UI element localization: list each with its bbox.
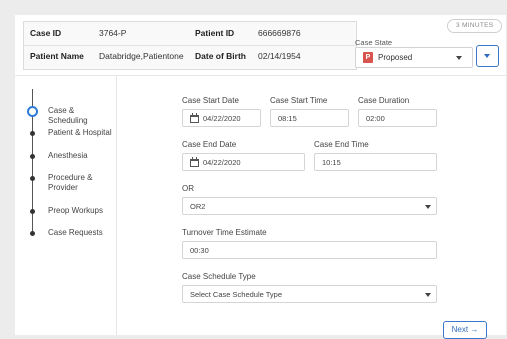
case-id-value: 3764-P <box>99 28 127 38</box>
step-label: Case & Scheduling <box>48 106 88 125</box>
step-dot-icon <box>30 131 35 136</box>
chevron-down-icon <box>425 293 431 297</box>
step-dot-icon <box>30 231 35 236</box>
start-time-field[interactable]: 08:15 <box>270 109 349 127</box>
step-label: Preop Workups <box>48 206 103 215</box>
step-label: Anesthesia <box>48 151 88 160</box>
start-date-label: Case Start Date <box>182 96 239 105</box>
step-dot-icon <box>30 176 35 181</box>
next-button[interactable]: Next → <box>443 321 487 339</box>
case-header: Case ID 3764-P Patient ID 666669876 Pati… <box>15 15 506 76</box>
case-state-dropdown-button[interactable] <box>476 45 499 67</box>
start-date-value: 04/22/2020 <box>203 114 241 123</box>
calendar-icon <box>190 113 199 123</box>
or-label: OR <box>182 184 194 193</box>
active-step-icon <box>27 106 38 117</box>
dob-value: 02/14/1954 <box>258 51 301 61</box>
turnover-label: Turnover Time Estimate <box>182 228 267 237</box>
schedule-type-label: Case Schedule Type <box>182 272 256 281</box>
case-state-value: Proposed <box>378 53 413 62</box>
end-date-field[interactable]: 04/22/2020 <box>182 153 305 171</box>
step-dot-icon <box>30 154 35 159</box>
or-value: OR2 <box>190 202 206 211</box>
or-select[interactable]: OR2 <box>182 197 437 215</box>
dob-label: Date of Birth <box>195 51 246 61</box>
turnover-field[interactable]: 00:30 <box>182 241 437 259</box>
proposed-status-badge: P <box>363 52 373 63</box>
step-dot-icon <box>30 209 35 214</box>
arrow-right-icon: → <box>470 325 479 334</box>
end-date-value: 04/22/2020 <box>203 158 241 167</box>
duration-label: Case Duration <box>358 96 410 105</box>
summary-row-2: Patient Name Databridge,Patientone Date … <box>24 45 356 68</box>
case-id-label: Case ID <box>30 28 62 38</box>
start-date-field[interactable]: 04/22/2020 <box>182 109 261 127</box>
duration-field[interactable]: 02:00 <box>358 109 437 127</box>
chevron-down-icon <box>456 56 462 60</box>
calendar-icon <box>190 157 199 167</box>
patient-name-label: Patient Name <box>30 51 84 61</box>
step-label: Case Requests <box>48 228 103 237</box>
end-date-label: Case End Date <box>182 140 237 149</box>
timer-badge: 3 MINUTES <box>447 19 503 33</box>
chevron-down-icon <box>484 54 490 58</box>
summary-row-1: Case ID 3764-P Patient ID 666669876 <box>24 22 356 46</box>
schedule-type-placeholder: Select Case Schedule Type <box>190 290 283 299</box>
case-state-label: Case State <box>355 38 393 47</box>
chevron-down-icon <box>425 205 431 209</box>
next-button-label: Next <box>451 325 469 334</box>
step-label: Procedure & Provider <box>48 173 93 192</box>
end-time-field[interactable]: 10:15 <box>314 153 437 171</box>
case-state-select[interactable]: P Proposed <box>355 47 473 68</box>
start-time-label: Case Start Time <box>270 96 328 105</box>
patient-name-value: Databridge,Patientone <box>99 51 184 61</box>
step-label: Patient & Hospital <box>48 128 112 137</box>
case-summary-table: Case ID 3764-P Patient ID 666669876 Pati… <box>23 21 357 70</box>
schedule-type-select[interactable]: Select Case Schedule Type <box>182 285 437 303</box>
patient-id-label: Patient ID <box>195 28 235 38</box>
patient-id-value: 666669876 <box>258 28 301 38</box>
end-time-label: Case End Time <box>314 140 369 149</box>
case-scheduling-form: Case Start Date Case Start Time Case Dur… <box>116 76 506 339</box>
wizard-steps-sidebar: Case & Scheduling Patient & Hospital Ane… <box>15 76 117 335</box>
case-card: Case ID 3764-P Patient ID 666669876 Pati… <box>15 15 506 339</box>
